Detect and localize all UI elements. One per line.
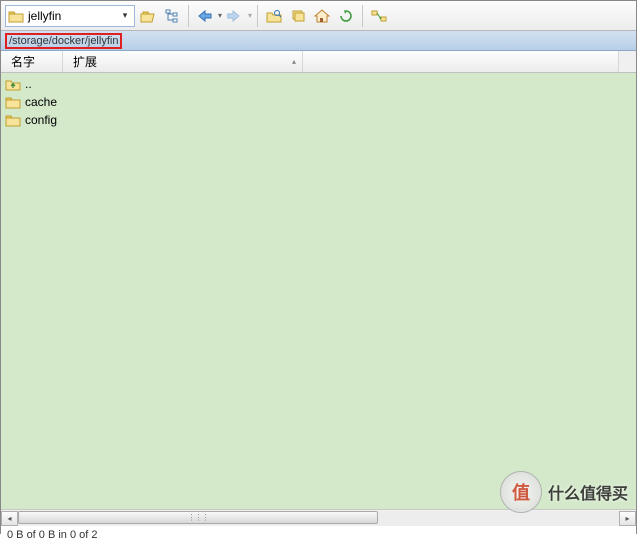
open-folder-button[interactable] xyxy=(137,5,159,27)
scroll-left-button[interactable]: ◂ xyxy=(1,511,18,526)
file-name: cache xyxy=(25,95,57,109)
folder-icon xyxy=(5,95,21,109)
refresh-button[interactable] xyxy=(335,5,357,27)
back-dropdown-icon[interactable]: ▾ xyxy=(218,11,222,20)
tree-button[interactable] xyxy=(161,5,183,27)
address-bar[interactable]: /storage/docker/jellyfin xyxy=(1,31,636,51)
folder-icon xyxy=(8,9,24,23)
sort-indicator-icon: ▴ xyxy=(292,57,296,66)
scroll-track[interactable]: ⋮⋮⋮ xyxy=(18,511,619,526)
dropdown-icon[interactable]: ▾ xyxy=(118,10,132,21)
column-header-ext[interactable]: 扩展▴ xyxy=(63,51,303,72)
home-button[interactable] xyxy=(311,5,333,27)
scroll-right-button[interactable]: ▸ xyxy=(619,511,636,526)
horizontal-scrollbar[interactable]: ◂ ⋮⋮⋮ ▸ xyxy=(1,509,636,526)
current-folder-combo[interactable]: jellyfin ▾ xyxy=(5,5,135,27)
status-text: 0 B of 0 B in 0 of 2 xyxy=(7,529,98,541)
column-headers: 名字 扩展▴ xyxy=(1,51,636,73)
file-name: config xyxy=(25,113,57,127)
scroll-grip-icon: ⋮⋮⋮ xyxy=(188,513,209,522)
status-bar: 0 B of 0 B in 0 of 2 xyxy=(1,526,636,544)
file-name: .. xyxy=(25,77,32,91)
separator xyxy=(188,5,189,27)
copy-folder-button[interactable] xyxy=(287,5,309,27)
scroll-thumb[interactable]: ⋮⋮⋮ xyxy=(18,511,378,524)
column-header-end xyxy=(618,51,636,72)
toolbar: jellyfin ▾ ▾ ▾ xyxy=(1,1,636,31)
find-folder-button[interactable] xyxy=(263,5,285,27)
folder-icon xyxy=(5,113,21,127)
folder-row[interactable]: config xyxy=(5,111,632,129)
sync-button[interactable] xyxy=(368,5,390,27)
separator xyxy=(362,5,363,27)
forward-dropdown-icon[interactable]: ▾ xyxy=(248,11,252,20)
folder-row[interactable]: cache xyxy=(5,93,632,111)
forward-button[interactable] xyxy=(224,5,246,27)
current-folder-name: jellyfin xyxy=(24,9,118,23)
address-path: /storage/docker/jellyfin xyxy=(5,33,122,49)
separator xyxy=(257,5,258,27)
up-folder-icon xyxy=(5,77,21,91)
file-list-area[interactable]: .. cache config xyxy=(1,73,636,509)
parent-dir-row[interactable]: .. xyxy=(5,75,632,93)
back-button[interactable] xyxy=(194,5,216,27)
column-header-name[interactable]: 名字 xyxy=(1,51,63,72)
